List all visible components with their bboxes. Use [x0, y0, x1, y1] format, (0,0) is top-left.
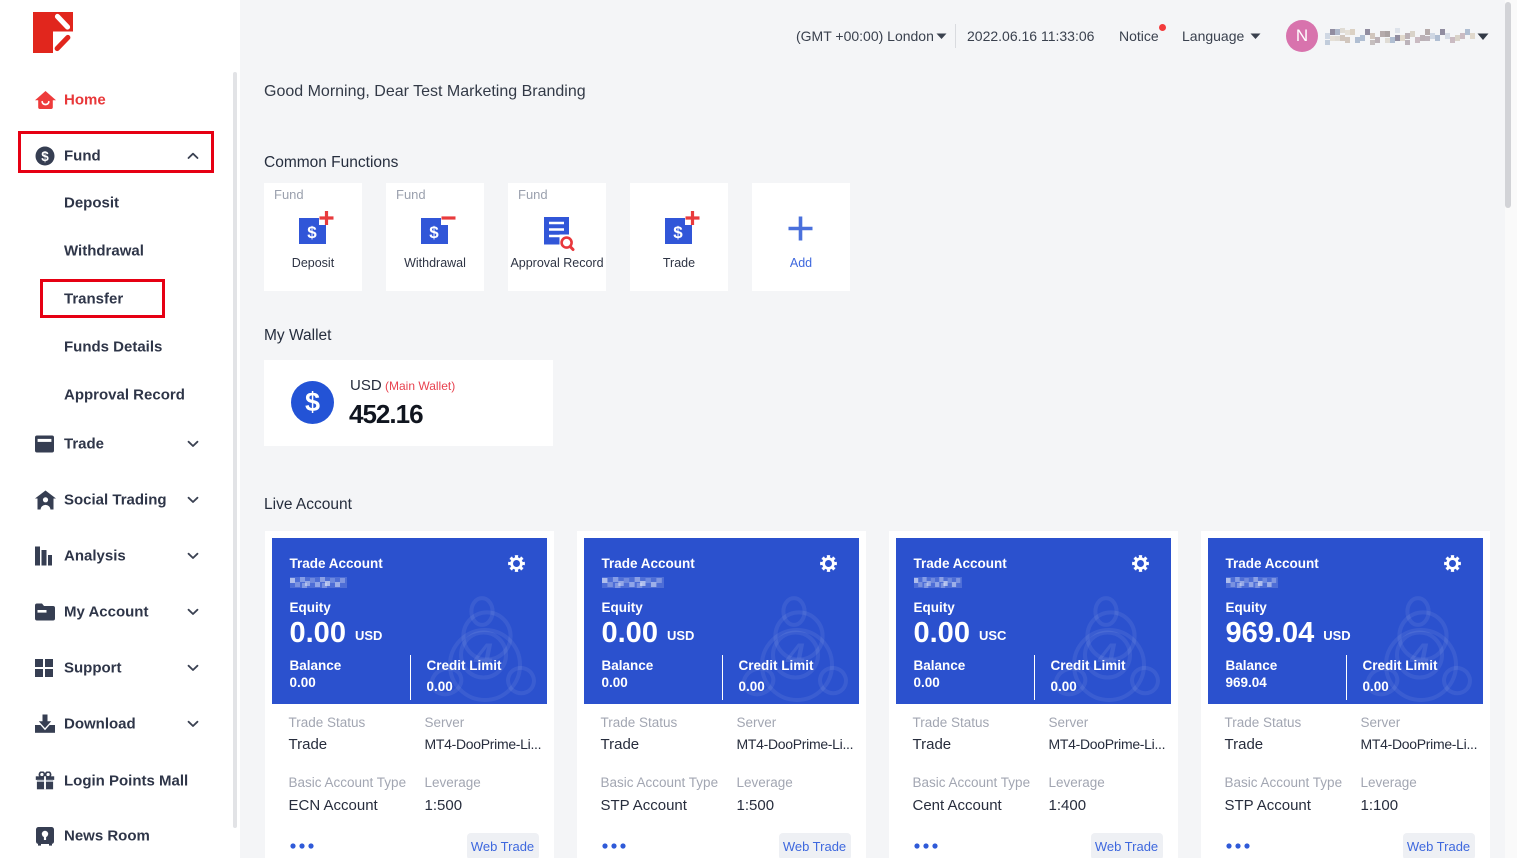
svg-text:$: $ — [673, 223, 683, 242]
svg-text:$: $ — [41, 149, 49, 164]
svg-text:$: $ — [307, 223, 317, 242]
svg-text:$: $ — [429, 223, 439, 242]
